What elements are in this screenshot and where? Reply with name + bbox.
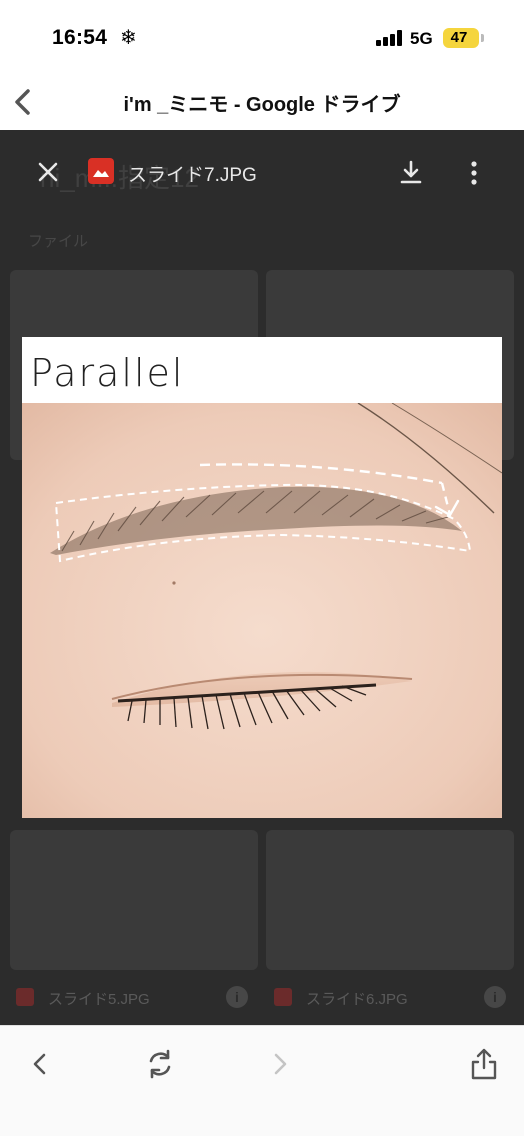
status-bar: 16:54 ❄ 5G 47 xyxy=(0,0,524,76)
close-icon[interactable] xyxy=(34,158,62,186)
snowflake-icon: ❄ xyxy=(120,27,137,49)
background-thumbnail xyxy=(266,830,514,970)
share-icon[interactable] xyxy=(466,1046,502,1082)
file-name: スライド7.JPG xyxy=(128,165,257,186)
background-files-label: ファイル xyxy=(28,233,89,250)
network-type: 5G xyxy=(410,29,433,48)
reload-icon[interactable] xyxy=(142,1046,178,1082)
browser-bottom-toolbar xyxy=(0,1025,524,1136)
download-icon[interactable] xyxy=(396,158,426,188)
chevron-left-icon[interactable] xyxy=(10,86,36,118)
photo-header: Parallel xyxy=(22,337,502,403)
image-viewer: ni_m...指定12 ファイル スライド5.JPG i スライド6.JPG i… xyxy=(0,130,524,1025)
status-time: 16:54 xyxy=(52,26,108,49)
signal-icon xyxy=(376,30,404,46)
more-vertical-icon[interactable] xyxy=(462,158,486,188)
background-file-name: スライド5.JPG xyxy=(48,991,150,1008)
background-file-name: スライド6.JPG xyxy=(306,991,408,1008)
chevron-left-icon[interactable] xyxy=(22,1046,58,1082)
image-file-icon xyxy=(16,988,34,1006)
page-title: i'm _ミニモ - Google ドライブ xyxy=(123,94,401,116)
image-file-icon xyxy=(88,158,114,184)
battery-icon: 47 xyxy=(443,28,479,48)
info-icon: i xyxy=(226,986,248,1008)
eyebrow-photo: Parallel xyxy=(22,337,502,818)
photo-label: Parallel xyxy=(30,351,185,395)
chevron-right-icon[interactable] xyxy=(262,1046,298,1082)
battery-level: 47 xyxy=(450,29,468,46)
battery-cap xyxy=(481,34,484,42)
image-file-icon xyxy=(274,988,292,1006)
eyebrow-illustration xyxy=(22,403,502,818)
browser-title-bar: i'm _ミニモ - Google ドライブ xyxy=(0,76,524,130)
info-icon: i xyxy=(484,986,506,1008)
background-thumbnail xyxy=(10,830,258,970)
viewer-toolbar: スライド7.JPG xyxy=(0,130,524,216)
